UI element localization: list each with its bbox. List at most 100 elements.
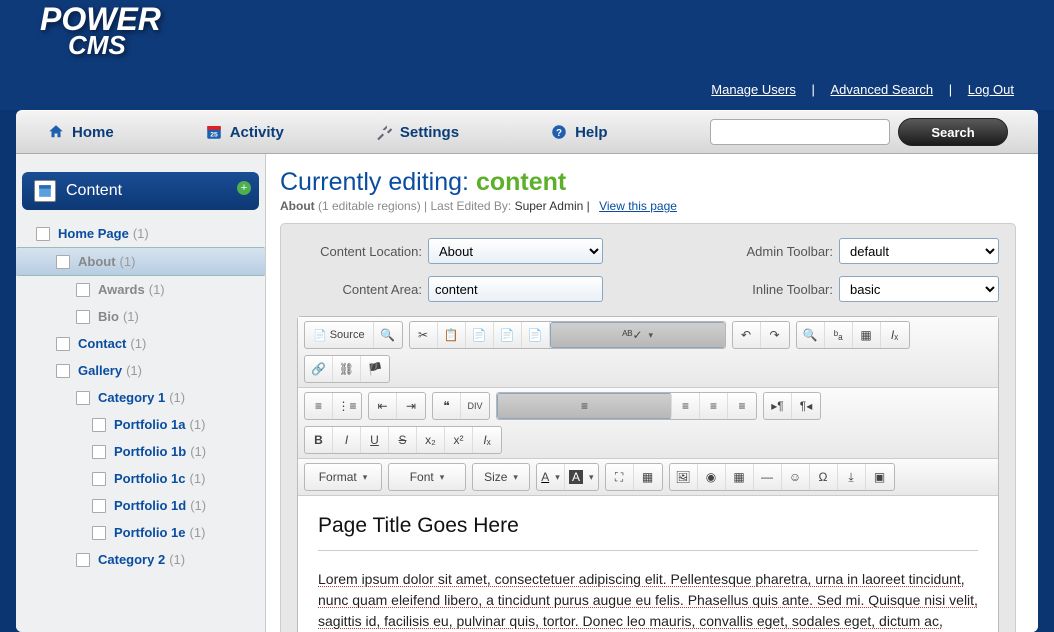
editor-content[interactable]: Page Title Goes Here Lorem ipsum dolor s… bbox=[298, 496, 998, 632]
content-title[interactable]: Page Title Goes Here bbox=[318, 514, 978, 551]
underline-button[interactable]: U bbox=[361, 427, 389, 453]
search-input[interactable] bbox=[710, 119, 890, 145]
nav-home-label: Home bbox=[72, 124, 114, 141]
superscript-button[interactable]: x² bbox=[445, 427, 473, 453]
anchor-button[interactable]: 🏴 bbox=[361, 356, 389, 382]
removeformat2-button[interactable]: Iₓ bbox=[473, 427, 501, 453]
bgcolor-button[interactable]: A bbox=[565, 464, 598, 490]
sidebar-header: Content + bbox=[22, 172, 259, 210]
alignleft-button[interactable]: ≡ bbox=[497, 393, 672, 419]
bullist-button[interactable]: ⋮≡ bbox=[333, 393, 361, 419]
view-page-link[interactable]: View this page bbox=[599, 199, 677, 213]
textcolor-button[interactable]: A bbox=[537, 464, 565, 490]
content-location-label: Content Location: bbox=[297, 244, 422, 259]
separator: | bbox=[949, 82, 952, 97]
maximize-button[interactable]: ⛶ bbox=[606, 464, 634, 490]
pagebreak-button[interactable]: ⤓ bbox=[838, 464, 866, 490]
separator: | bbox=[811, 82, 814, 97]
image-button[interactable]: 🖼 bbox=[670, 464, 698, 490]
content-area-input[interactable] bbox=[428, 276, 603, 302]
page-subline: About (1 editable regions) | Last Edited… bbox=[280, 199, 1016, 213]
link-button[interactable]: 🔗 bbox=[305, 356, 333, 382]
specialchar-button[interactable]: Ω bbox=[810, 464, 838, 490]
svg-text:?: ? bbox=[556, 128, 562, 139]
blockquote-button[interactable]: ❝ bbox=[433, 393, 461, 419]
format-dropdown[interactable]: Format bbox=[305, 464, 381, 490]
subscript-button[interactable]: x₂ bbox=[417, 427, 445, 453]
alignright-button[interactable]: ≡ bbox=[700, 393, 728, 419]
div-button[interactable]: DIV bbox=[461, 393, 489, 419]
sidebar-item-portfolio-1b[interactable]: Portfolio 1b (1) bbox=[16, 438, 265, 465]
admin-toolbar-select[interactable]: default bbox=[839, 238, 999, 264]
removeformat-button[interactable]: Iₓ bbox=[881, 322, 909, 348]
home-icon bbox=[46, 122, 66, 142]
sidebar-item-contact[interactable]: Contact (1) bbox=[16, 330, 265, 357]
add-content-button[interactable]: + bbox=[237, 181, 251, 195]
rtl-button[interactable]: ¶◂ bbox=[792, 393, 820, 419]
sidebar-item-portfolio-1c[interactable]: Portfolio 1c (1) bbox=[16, 465, 265, 492]
inline-toolbar-select[interactable]: basic bbox=[839, 276, 999, 302]
logo: POWERCMS bbox=[40, 5, 161, 59]
aligncenter-button[interactable]: ≡ bbox=[672, 393, 700, 419]
nav-help[interactable]: ? Help bbox=[549, 122, 608, 142]
calendar-icon: 25 bbox=[204, 122, 224, 142]
italic-button[interactable]: I bbox=[333, 427, 361, 453]
replace-button[interactable]: ᵇₐ bbox=[825, 322, 853, 348]
sidebar-item-portfolio-1a[interactable]: Portfolio 1a (1) bbox=[16, 411, 265, 438]
nav-settings[interactable]: Settings bbox=[374, 122, 459, 142]
manage-users-link[interactable]: Manage Users bbox=[711, 82, 796, 97]
page-icon bbox=[56, 364, 70, 378]
alignjustify-button[interactable]: ≡ bbox=[728, 393, 756, 419]
ltr-button[interactable]: ▸¶ bbox=[764, 393, 792, 419]
spellcheck-button[interactable]: ᴬᴮ✓ bbox=[550, 322, 725, 348]
source-button[interactable]: 📄 Source bbox=[305, 322, 374, 348]
logout-link[interactable]: Log Out bbox=[968, 82, 1014, 97]
nav-home[interactable]: Home bbox=[46, 122, 114, 142]
svg-text:25: 25 bbox=[210, 132, 218, 139]
size-dropdown[interactable]: Size bbox=[473, 464, 529, 490]
sidebar-item-gallery[interactable]: Gallery (1) bbox=[16, 357, 265, 384]
inline-toolbar-label: Inline Toolbar: bbox=[723, 282, 833, 297]
sidebar-item-category-1[interactable]: Category 1 (1) bbox=[16, 384, 265, 411]
search-button[interactable]: Search bbox=[898, 118, 1008, 146]
content-location-select[interactable]: About bbox=[428, 238, 603, 264]
redo-button[interactable]: ↷ bbox=[761, 322, 789, 348]
sidebar-item-category-2[interactable]: Category 2 (1) bbox=[16, 546, 265, 573]
sidebar-item-bio[interactable]: Bio (1) bbox=[16, 303, 265, 330]
copy-button[interactable]: 📋 bbox=[438, 322, 466, 348]
page-icon bbox=[92, 472, 106, 486]
bold-button[interactable]: B bbox=[305, 427, 333, 453]
content-body[interactable]: Lorem ipsum dolor sit amet, consectetuer… bbox=[318, 569, 978, 632]
iframe-button[interactable]: ▣ bbox=[866, 464, 894, 490]
table-button[interactable]: ▦ bbox=[726, 464, 754, 490]
indent-button[interactable]: ⇥ bbox=[397, 393, 425, 419]
sidebar-item-about[interactable]: About (1) bbox=[16, 247, 265, 276]
showblocks-button[interactable]: ▦ bbox=[634, 464, 662, 490]
preview-button[interactable]: 🔍 bbox=[374, 322, 402, 348]
page-icon bbox=[92, 526, 106, 540]
sidebar-item-home-page[interactable]: Home Page (1) bbox=[16, 220, 265, 247]
font-dropdown[interactable]: Font bbox=[389, 464, 465, 490]
paste-button[interactable]: 📄 bbox=[466, 322, 494, 348]
cut-button[interactable]: ✂ bbox=[410, 322, 438, 348]
paste-text-button[interactable]: 📄 bbox=[494, 322, 522, 348]
unlink-button[interactable]: ⛓ bbox=[333, 356, 361, 382]
flash-button[interactable]: ◉ bbox=[698, 464, 726, 490]
strike-button[interactable]: S bbox=[389, 427, 417, 453]
paste-word-button[interactable]: 📄 bbox=[522, 322, 550, 348]
nav-activity[interactable]: 25 Activity bbox=[204, 122, 284, 142]
page-icon bbox=[92, 445, 106, 459]
sidebar-item-portfolio-1e[interactable]: Portfolio 1e (1) bbox=[16, 519, 265, 546]
undo-button[interactable]: ↶ bbox=[733, 322, 761, 348]
smiley-button[interactable]: ☺ bbox=[782, 464, 810, 490]
help-icon: ? bbox=[549, 122, 569, 142]
selectall-button[interactable]: ▦ bbox=[853, 322, 881, 348]
find-button[interactable]: 🔍 bbox=[797, 322, 825, 348]
sidebar-item-portfolio-1d[interactable]: Portfolio 1d (1) bbox=[16, 492, 265, 519]
admin-toolbar-label: Admin Toolbar: bbox=[723, 244, 833, 259]
hr-button[interactable]: — bbox=[754, 464, 782, 490]
advanced-search-link[interactable]: Advanced Search bbox=[830, 82, 933, 97]
sidebar-item-awards[interactable]: Awards (1) bbox=[16, 276, 265, 303]
outdent-button[interactable]: ⇤ bbox=[369, 393, 397, 419]
numlist-button[interactable]: ≡ bbox=[305, 393, 333, 419]
